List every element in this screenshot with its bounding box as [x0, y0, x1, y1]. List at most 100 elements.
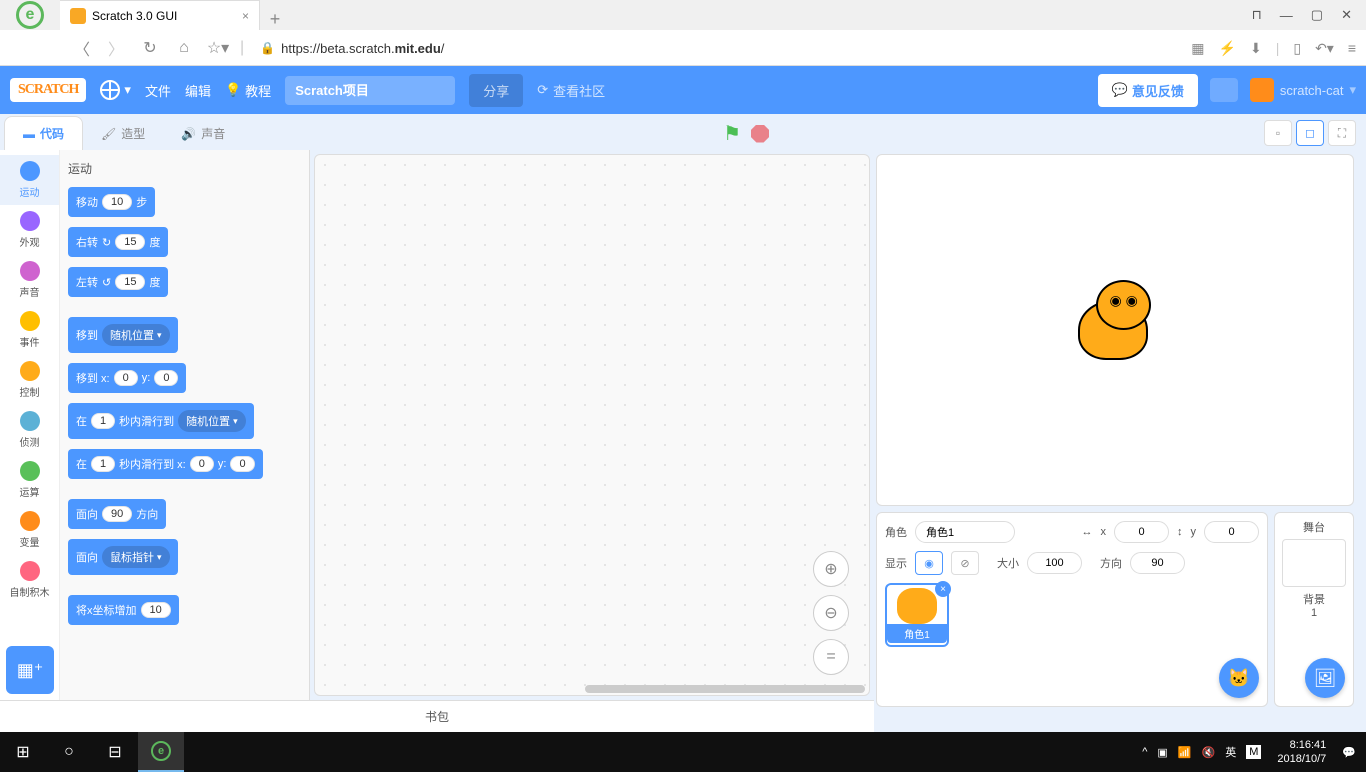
- script-workspace[interactable]: ⊕ ⊖ =: [314, 154, 870, 696]
- block-turn-right[interactable]: 右转↻15度: [68, 227, 168, 257]
- back-button[interactable]: 〈: [70, 36, 94, 60]
- add-backdrop-button[interactable]: 🖼: [1305, 658, 1345, 698]
- windows-taskbar: ⊞ ○ ⊟ e ^ ▣ 📶 🔇 英 M 8:16:412018/10/7 💬: [0, 732, 1366, 772]
- flash-icon[interactable]: ⚡: [1219, 40, 1236, 57]
- tab-sounds[interactable]: 🔊声音: [163, 117, 243, 150]
- scratch-menubar: SCRATCH ▾ 文件 编辑 💡教程 分享 ⟳查看社区 💬意见反馈 scrat…: [0, 66, 1366, 114]
- sprite-label: 角色: [885, 524, 907, 540]
- scratch-cat-sprite[interactable]: ◉ ◉: [1068, 280, 1163, 380]
- block-point-towards[interactable]: 面向鼠标指针: [68, 539, 178, 575]
- start-button[interactable]: ⊞: [0, 732, 46, 772]
- tutorials-button[interactable]: 💡教程: [225, 81, 271, 100]
- tray-up-icon[interactable]: ^: [1142, 746, 1147, 758]
- category-looks[interactable]: 外观: [0, 205, 59, 255]
- sprite-thumbnail[interactable]: × 角色1: [885, 583, 949, 647]
- blocks-palette[interactable]: 运动 移动10步 右转↻15度 左转↺15度 移到随机位置 移到 x:0y:0 …: [60, 150, 309, 700]
- qr-icon[interactable]: ▦: [1191, 40, 1204, 57]
- task-view-button[interactable]: ⊟: [92, 732, 138, 772]
- new-tab-button[interactable]: +: [260, 9, 290, 30]
- fullscreen-button[interactable]: ⛶: [1328, 120, 1356, 146]
- zoom-in-button[interactable]: ⊕: [813, 551, 849, 587]
- zoom-out-button[interactable]: ⊖: [813, 595, 849, 631]
- sprite-y-input[interactable]: [1204, 521, 1259, 543]
- taskbar-browser[interactable]: e: [138, 732, 184, 772]
- sprite-size-input[interactable]: [1027, 552, 1082, 574]
- tab-costumes[interactable]: 🖌造型: [83, 117, 163, 150]
- notifications-icon[interactable]: 💬: [1342, 746, 1356, 759]
- home-button[interactable]: ⌂: [172, 36, 196, 60]
- sprite-direction-input[interactable]: [1130, 552, 1185, 574]
- project-title-input[interactable]: [285, 76, 455, 105]
- scratch-logo[interactable]: SCRATCH: [10, 78, 86, 102]
- hide-sprite-button[interactable]: ⊘: [951, 551, 979, 575]
- tab-code[interactable]: ▬代码: [4, 116, 83, 150]
- ime-mode[interactable]: M: [1246, 745, 1261, 759]
- mystuff-icon[interactable]: [1210, 78, 1238, 102]
- block-glide-xy[interactable]: 在1秒内滑行到 x:0y:0: [68, 449, 263, 479]
- add-sprite-button[interactable]: 🐱: [1219, 658, 1259, 698]
- download-icon[interactable]: ⬇: [1250, 40, 1262, 57]
- green-flag-button[interactable]: ⚑: [723, 121, 741, 146]
- category-motion[interactable]: 运动: [0, 155, 59, 205]
- favorite-button[interactable]: ☆▾: [206, 36, 230, 60]
- cat-dot-icon: [20, 561, 40, 581]
- block-change-x[interactable]: 将x坐标增加10: [68, 595, 179, 625]
- category-control[interactable]: 控制: [0, 355, 59, 405]
- reload-button[interactable]: ↻: [138, 36, 162, 60]
- delete-sprite-icon[interactable]: ×: [935, 581, 951, 597]
- maximize-button[interactable]: ▢: [1311, 7, 1323, 23]
- zoom-reset-button[interactable]: =: [813, 639, 849, 675]
- volume-icon[interactable]: 🔇: [1201, 746, 1215, 759]
- minimize-button[interactable]: —: [1280, 8, 1293, 23]
- cortana-button[interactable]: ○: [46, 732, 92, 772]
- stage-thumbnail[interactable]: [1282, 539, 1346, 587]
- file-menu[interactable]: 文件: [145, 81, 171, 100]
- category-operators[interactable]: 运算: [0, 455, 59, 505]
- account-menu[interactable]: scratch-cat ▾: [1250, 78, 1356, 102]
- language-menu[interactable]: ▾: [100, 80, 131, 100]
- forward-button[interactable]: 〉: [104, 36, 128, 60]
- block-goto-xy[interactable]: 移到 x:0y:0: [68, 363, 186, 393]
- url-text: https://beta.scratch.mit.edu/: [281, 41, 444, 56]
- add-extension-button[interactable]: ▦⁺: [6, 646, 54, 694]
- block-goto-random[interactable]: 移到随机位置: [68, 317, 178, 353]
- category-sound[interactable]: 声音: [0, 255, 59, 305]
- stop-button[interactable]: [751, 125, 769, 143]
- reader-icon[interactable]: ▯: [1293, 40, 1301, 57]
- address-bar: 〈 〉 ↻ ⌂ ☆▾ | 🔒 https://beta.scratch.mit.…: [0, 30, 1366, 66]
- feedback-button[interactable]: 💬意见反馈: [1098, 74, 1198, 107]
- stage-canvas[interactable]: ◉ ◉: [876, 154, 1354, 506]
- show-sprite-button[interactable]: ◉: [915, 551, 943, 575]
- wifi-icon[interactable]: 📶: [1178, 746, 1192, 759]
- category-variables[interactable]: 变量: [0, 505, 59, 555]
- ime-indicator[interactable]: 英: [1225, 744, 1236, 760]
- tab-close-icon[interactable]: ×: [242, 9, 249, 23]
- taskbar-clock[interactable]: 8:16:412018/10/7: [1271, 738, 1332, 767]
- block-turn-left[interactable]: 左转↺15度: [68, 267, 168, 297]
- large-stage-button[interactable]: ◻: [1296, 120, 1324, 146]
- block-point-direction[interactable]: 面向90方向: [68, 499, 166, 529]
- share-button[interactable]: 分享: [469, 74, 523, 107]
- community-button[interactable]: ⟳查看社区: [537, 81, 605, 100]
- stage-selector[interactable]: 舞台 背景 1 🖼: [1274, 512, 1354, 707]
- url-input[interactable]: 🔒 https://beta.scratch.mit.edu/: [254, 41, 1181, 56]
- sprite-name-input[interactable]: [915, 521, 1015, 543]
- small-stage-button[interactable]: ▫: [1264, 120, 1292, 146]
- browser-tab[interactable]: Scratch 3.0 GUI ×: [60, 0, 260, 30]
- block-glide-to[interactable]: 在1秒内滑行到随机位置: [68, 403, 254, 439]
- backpack-header[interactable]: 书包: [0, 700, 874, 732]
- workspace-scrollbar[interactable]: [585, 685, 865, 693]
- category-myblocks[interactable]: 自制积木: [0, 555, 59, 605]
- category-sensing[interactable]: 侦测: [0, 405, 59, 455]
- edit-menu[interactable]: 编辑: [185, 81, 211, 100]
- comment-icon: 💬: [1112, 82, 1128, 98]
- category-list: 运动 外观 声音 事件 控制 侦测 运算 变量 自制积木 ▦⁺: [0, 150, 60, 700]
- menu-icon[interactable]: ≡: [1348, 40, 1356, 56]
- close-button[interactable]: ✕: [1341, 7, 1352, 23]
- pin-icon[interactable]: ⊓: [1252, 7, 1262, 23]
- undo-icon[interactable]: ↶▾: [1315, 40, 1334, 57]
- sprite-x-input[interactable]: [1114, 521, 1169, 543]
- bluetooth-icon[interactable]: ▣: [1157, 746, 1167, 759]
- category-events[interactable]: 事件: [0, 305, 59, 355]
- block-move-steps[interactable]: 移动10步: [68, 187, 155, 217]
